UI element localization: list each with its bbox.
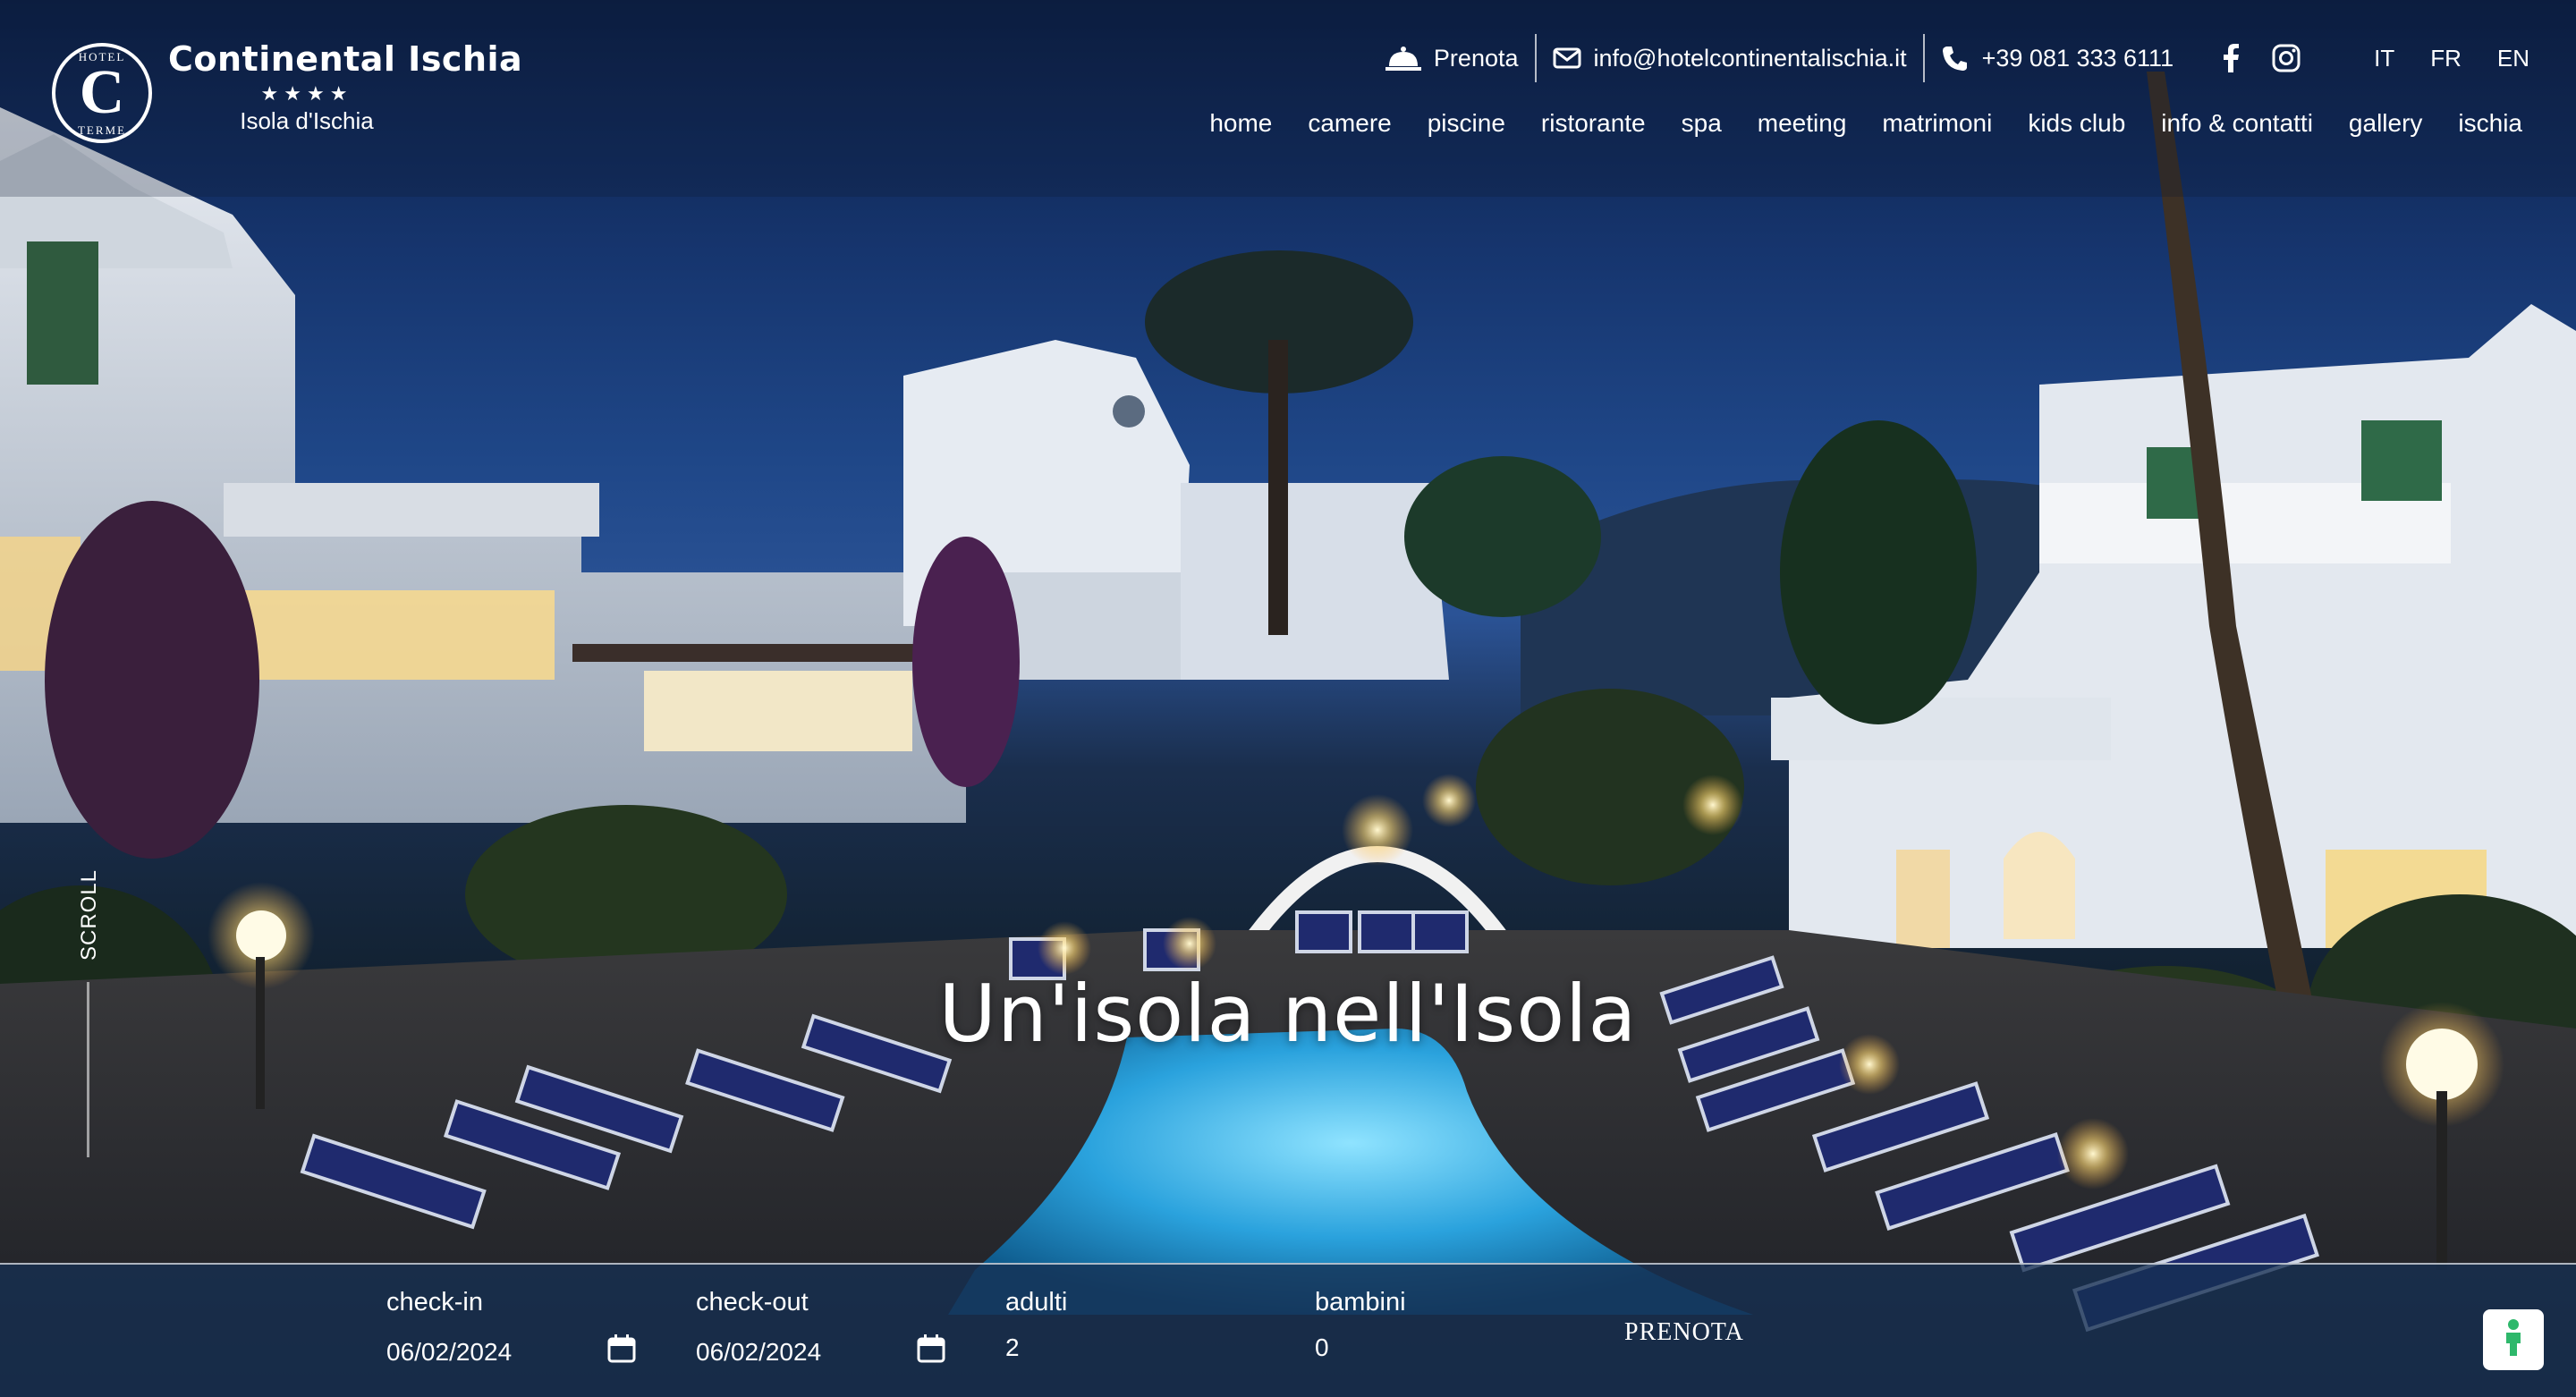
nav-gallery[interactable]: gallery (2349, 109, 2422, 138)
nav-ristorante[interactable]: ristorante (1541, 109, 1646, 138)
book-link-label: Prenota (1433, 44, 1519, 72)
brand-block[interactable]: Continental Ischia ★★★★ Isola d'Ischia (168, 39, 523, 135)
cloche-icon (1385, 45, 1421, 72)
calendar-icon[interactable] (916, 1334, 946, 1370)
logo-top-text: HOTEL (78, 50, 126, 64)
nav-ischia[interactable]: ischia (2458, 109, 2522, 138)
nav-camere[interactable]: camere (1308, 109, 1391, 138)
nav-spa[interactable]: spa (1682, 109, 1722, 138)
adults-field[interactable]: adulti 2 (1005, 1288, 1274, 1362)
adults-label: adulti (1005, 1288, 1068, 1317)
instagram-icon[interactable] (2272, 44, 2301, 72)
lang-fr[interactable]: FR (2430, 45, 2462, 72)
phone-link[interactable]: +39 081 333 6111 (1925, 44, 2190, 72)
facebook-icon[interactable] (2222, 44, 2240, 72)
checkout-field[interactable]: check-out 06/02/2024 (696, 1288, 964, 1370)
nav-piscine[interactable]: piscine (1428, 109, 1505, 138)
nav-info-contatti[interactable]: info & contatti (2161, 109, 2313, 138)
social-links (2190, 44, 2327, 72)
scroll-label: SCROLL (77, 868, 101, 961)
nav-matrimoni[interactable]: matrimoni (1882, 109, 1992, 138)
logo-bottom-text: TERME (77, 123, 127, 137)
top-bar: Prenota info@hotelcontinentalischia.it +… (1369, 34, 2529, 82)
children-value[interactable]: 0 (1315, 1334, 1329, 1362)
booking-bar: check-in 06/02/2024 check-out 06/02/2024 (0, 1263, 2576, 1397)
phone-icon (1941, 44, 1970, 72)
checkout-label: check-out (696, 1288, 809, 1317)
mail-icon (1553, 47, 1581, 69)
calendar-icon[interactable] (606, 1334, 637, 1370)
lang-it[interactable]: IT (2374, 45, 2394, 72)
language-switcher: IT FR EN (2327, 45, 2529, 72)
homepage: HOTEL C TERME Continental Ischia ★★★★ Is… (0, 0, 2576, 1397)
logo-letter: C (79, 58, 125, 127)
checkin-label: check-in (386, 1288, 483, 1317)
hotel-stars: ★★★★ (260, 82, 353, 105)
checkin-field[interactable]: check-in 06/02/2024 (386, 1288, 655, 1370)
nav-kids-club[interactable]: kids club (2028, 109, 2125, 138)
children-field[interactable]: bambini 0 (1315, 1288, 1583, 1362)
email-address: info@hotelcontinentalischia.it (1593, 44, 1907, 72)
hotel-location: Isola d'Ischia (240, 107, 374, 134)
checkin-value[interactable]: 06/02/2024 (386, 1338, 512, 1367)
main-nav: home camere piscine ristorante spa meeti… (1209, 109, 2522, 138)
email-link[interactable]: info@hotelcontinentalischia.it (1537, 45, 1923, 72)
adults-value[interactable]: 2 (1005, 1334, 1020, 1362)
resort-night-scene (0, 0, 2576, 1397)
nav-meeting[interactable]: meeting (1758, 109, 1847, 138)
book-button[interactable]: PRENOTA (1624, 1318, 1744, 1347)
hotel-name: Continental Ischia (168, 39, 523, 79)
hero-title: Un'isola nell'Isola (938, 968, 1638, 1060)
book-link[interactable]: Prenota (1369, 45, 1535, 72)
checkout-value[interactable]: 06/02/2024 (696, 1338, 821, 1367)
hero-background-photo (0, 0, 2576, 1397)
children-label: bambini (1315, 1288, 1406, 1317)
lang-en[interactable]: EN (2497, 45, 2529, 72)
accessibility-icon (2500, 1318, 2527, 1362)
nav-home[interactable]: home (1209, 109, 1272, 138)
accessibility-button[interactable] (2483, 1309, 2544, 1370)
phone-number: +39 081 333 6111 (1981, 44, 2174, 72)
hotel-logo[interactable]: HOTEL C TERME (52, 43, 152, 143)
